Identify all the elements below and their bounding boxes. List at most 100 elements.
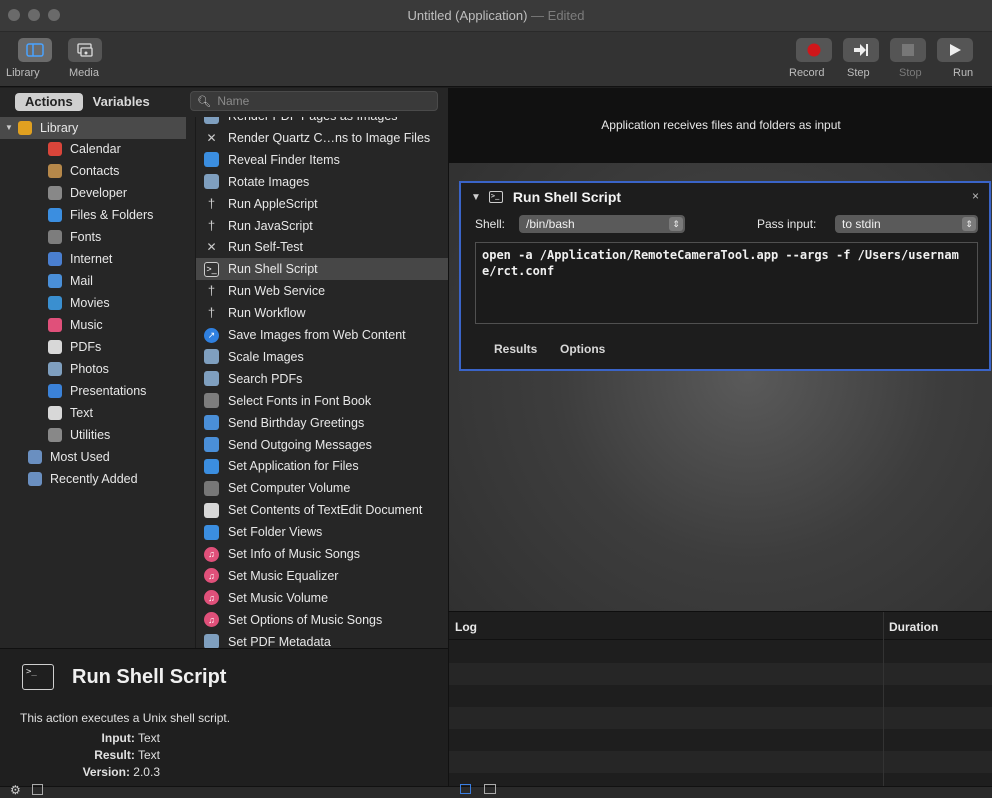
action-label: Run Web Service: [228, 284, 326, 299]
run-shell-script-action[interactable]: ▼ >_ Run Shell Script × Shell: /bin/bash…: [459, 181, 991, 371]
action-item[interactable]: † Run Workflow: [196, 302, 448, 324]
action-item[interactable]: Select Fonts in Font Book: [196, 390, 448, 412]
gear-icon[interactable]: ⚙︎: [10, 783, 21, 797]
action-item[interactable]: ↗ Save Images from Web Content: [196, 324, 448, 346]
shell-select[interactable]: /bin/bash ⇕: [519, 215, 685, 233]
close-icon[interactable]: ×: [972, 189, 979, 203]
finder-icon: [204, 524, 219, 540]
record-icon: [807, 43, 821, 57]
library-toggle-button[interactable]: [18, 38, 52, 62]
sidebar-item-library[interactable]: ▼ Library: [0, 117, 186, 139]
record-button[interactable]: [796, 38, 832, 62]
action-label: Run AppleScript: [228, 196, 318, 211]
action-item[interactable]: ♫ Set Info of Music Songs: [196, 543, 448, 565]
sidebar-item-label: Movies: [70, 296, 110, 310]
terminal-icon: >_: [22, 664, 54, 690]
action-item[interactable]: Rotate Images: [196, 171, 448, 193]
sidebar-item-calendar[interactable]: Calendar: [0, 138, 186, 160]
action-item[interactable]: ♫ Set Music Volume: [196, 587, 448, 609]
step-button[interactable]: [843, 38, 879, 62]
sidebar-item-pdfs[interactable]: PDFs: [0, 336, 186, 358]
split-view-icon[interactable]: [484, 784, 496, 794]
action-item[interactable]: Send Birthday Greetings: [196, 412, 448, 434]
action-item[interactable]: † Run Web Service: [196, 280, 448, 302]
tab-actions[interactable]: Actions: [15, 93, 83, 111]
sidebar-item-mail[interactable]: Mail: [0, 270, 186, 292]
log-row: [449, 685, 992, 707]
action-item[interactable]: † Run AppleScript: [196, 193, 448, 215]
description-title: Run Shell Script: [72, 666, 227, 688]
action-item[interactable]: Set PDF Metadata: [196, 631, 448, 648]
folder-icon: [28, 450, 42, 464]
toggle-description-icon[interactable]: [32, 784, 43, 795]
terminal-icon: >_: [488, 191, 503, 203]
music-icon: ♫: [204, 612, 219, 628]
folder-icon: [28, 472, 42, 486]
chevron-updown-icon: ⇕: [669, 217, 683, 231]
actions-variables-segmented-control: Actions Variables: [15, 93, 160, 111]
action-label: Set Music Equalizer: [228, 568, 339, 583]
action-item[interactable]: Set Contents of TextEdit Document: [196, 499, 448, 521]
action-item[interactable]: Set Computer Volume: [196, 477, 448, 499]
mail-icon: [204, 437, 219, 452]
step-label: Step: [847, 67, 870, 79]
tab-results[interactable]: Results: [494, 342, 537, 356]
sidebar-item-label: Developer: [70, 186, 127, 200]
run-label: Run: [953, 67, 974, 79]
sidebar-item-recently-added[interactable]: Recently Added: [0, 468, 186, 490]
sidebar-item-music[interactable]: Music: [0, 314, 186, 336]
sidebar-item-files-folders[interactable]: Files & Folders: [0, 204, 186, 226]
sidebar-item-most-used[interactable]: Most Used: [0, 446, 186, 468]
list-view-icon[interactable]: [460, 784, 471, 794]
title-bar: Untitled (Application) — Edited: [0, 0, 992, 32]
action-label: Send Birthday Greetings: [228, 415, 365, 430]
media-button[interactable]: [68, 38, 102, 62]
action-item[interactable]: ♫ Set Music Equalizer: [196, 565, 448, 587]
sidebar-item-photos[interactable]: Photos: [0, 358, 186, 380]
sidebar-item-utilities[interactable]: Utilities: [0, 424, 186, 446]
sidebar-item-internet[interactable]: Internet: [0, 248, 186, 270]
sidebar-item-movies[interactable]: Movies: [0, 292, 186, 314]
sidebar-icon: [26, 43, 44, 57]
action-item[interactable]: Send Outgoing Messages: [196, 434, 448, 456]
action-item[interactable]: ✕ Render Quartz C…ns to Image Files: [196, 127, 448, 149]
action-item[interactable]: † Run JavaScript: [196, 215, 448, 237]
sidebar-item-label: Calendar: [70, 142, 121, 156]
action-item[interactable]: ♫ Set Options of Music Songs: [196, 609, 448, 631]
action-item[interactable]: Scale Images: [196, 346, 448, 368]
hammer-icon: ✕: [206, 240, 217, 255]
sidebar-item-text[interactable]: Text: [0, 402, 186, 424]
action-label: Render PDF Pages as Images: [228, 117, 398, 127]
pass-input-select[interactable]: to stdin ⇕: [835, 215, 978, 233]
sidebar-item-presentations[interactable]: Presentations: [0, 380, 186, 402]
action-label: Set Contents of TextEdit Document: [228, 503, 423, 518]
stop-button[interactable]: [890, 38, 926, 62]
script-editor[interactable]: open -a /Application/RemoteCameraTool.ap…: [475, 242, 978, 324]
library-label: Library: [6, 67, 40, 79]
disclosure-triangle-icon[interactable]: ▼: [5, 117, 13, 139]
log-column-header[interactable]: Log: [455, 620, 477, 634]
sidebar-item-label: Utilities: [70, 428, 111, 442]
script-icon: †: [207, 305, 216, 321]
sidebar-item-developer[interactable]: Developer: [0, 182, 186, 204]
utilities-icon: [48, 428, 62, 442]
action-item[interactable]: Search PDFs: [196, 368, 448, 390]
action-item[interactable]: Reveal Finder Items: [196, 149, 448, 171]
tab-options[interactable]: Options: [560, 342, 605, 356]
disclosure-triangle-icon[interactable]: ▼: [471, 192, 481, 203]
run-button[interactable]: [937, 38, 973, 62]
sidebar-item-contacts[interactable]: Contacts: [0, 160, 186, 182]
action-item[interactable]: ✕ Run Self-Test: [196, 236, 448, 258]
sidebar-item-fonts[interactable]: Fonts: [0, 226, 186, 248]
version-info: Version: 2.0.3: [82, 765, 160, 779]
search-input[interactable]: 🔍︎ Name: [190, 91, 438, 111]
media-icon: [77, 43, 93, 57]
log-row: [449, 707, 992, 729]
action-item[interactable]: >_ Run Shell Script: [196, 258, 448, 281]
action-item[interactable]: Set Folder Views: [196, 521, 448, 543]
tab-variables[interactable]: Variables: [83, 93, 160, 111]
action-item[interactable]: Set Application for Files: [196, 455, 448, 477]
hammer-icon: ✕: [206, 130, 217, 145]
action-item[interactable]: Render PDF Pages as Images: [196, 117, 448, 127]
duration-column-header[interactable]: Duration: [889, 620, 938, 634]
